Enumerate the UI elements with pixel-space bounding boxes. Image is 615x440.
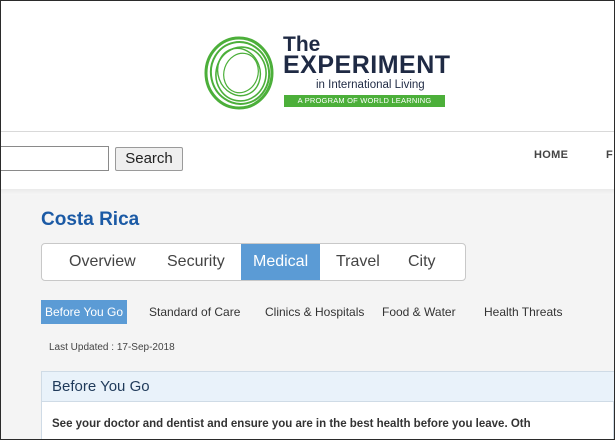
subtab-standard-of-care[interactable]: Standard of Care [149,300,240,324]
search-button[interactable]: Search [115,147,183,171]
tab-bar: Overview Security Medical Travel City [41,243,466,281]
tab-travel[interactable]: Travel [336,244,380,280]
tab-city[interactable]: City [408,244,436,280]
section-before-you-go: Before You Go See your doctor and dentis… [41,371,614,439]
subtab-food-water[interactable]: Food & Water [382,300,456,324]
site-header: The EXPERIMENT in International Living A… [1,1,614,189]
logo-text-subtitle: in International Living [316,79,425,91]
section-title: Before You Go [52,378,150,395]
site-logo[interactable]: The EXPERIMENT in International Living A… [201,29,461,117]
tab-medical[interactable]: Medical [241,244,321,280]
section-body-text: See your doctor and dentist and ensure y… [52,418,531,430]
tab-security[interactable]: Security [167,244,225,280]
search-input[interactable] [1,146,109,171]
subtab-before-you-go[interactable]: Before You Go [41,300,128,324]
logo-band: A PROGRAM OF WORLD LEARNING [284,95,445,107]
nav-item-home[interactable]: HOME [534,149,568,161]
browser-viewport: The EXPERIMENT in International Living A… [0,0,615,440]
logo-text-experiment: EXPERIMENT [283,51,451,79]
last-updated: Last Updated : 17-Sep-2018 [49,342,175,353]
subtab-health-threats[interactable]: Health Threats [484,300,563,324]
logo-swirl-icon [204,36,274,110]
page-title: Costa Rica [41,209,140,230]
main-content: Costa Rica Overview Security Medical Tra… [1,195,614,439]
subtab-clinics-hospitals[interactable]: Clinics & Hospitals [265,300,364,324]
nav-item-next[interactable]: F [606,149,613,161]
section-header: Before You Go [42,372,614,402]
header-divider [1,131,614,132]
tab-overview[interactable]: Overview [69,244,136,280]
